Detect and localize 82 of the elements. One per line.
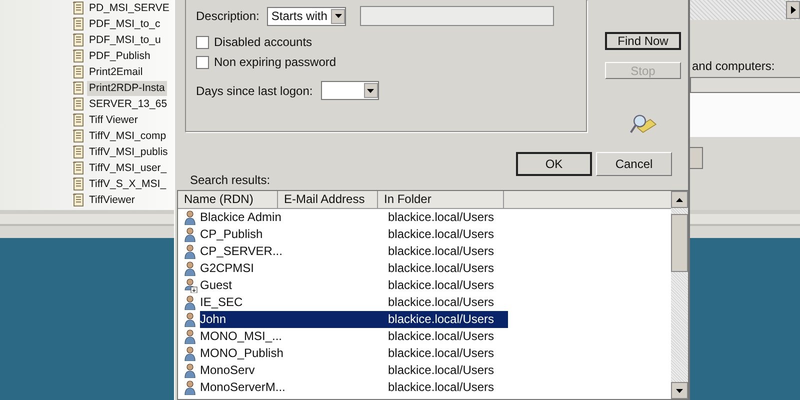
- scroll-down-icon[interactable]: [671, 382, 688, 399]
- object-item[interactable]: PDF_MSI_to_c: [87, 16, 162, 32]
- user-icon: [184, 295, 198, 310]
- folder-cell-text: blackice.local/Users: [387, 379, 496, 396]
- folder-cell-text: blackice.local/Users: [387, 277, 496, 294]
- checkbox[interactable]: [196, 56, 209, 68]
- folder-cell-text: blackice.local/Users: [387, 260, 496, 277]
- script-icon: [72, 81, 84, 95]
- object-item[interactable]: PDF_Publish: [87, 48, 152, 64]
- folder-cell-text: blackice.local/Users: [387, 243, 496, 260]
- object-item[interactable]: TiffV_MSI_comp: [87, 128, 168, 144]
- ok-button[interactable]: OK: [516, 152, 592, 176]
- description-field[interactable]: [360, 6, 554, 26]
- name-cell[interactable]: MONO_Publish: [200, 345, 282, 362]
- user-icon: [184, 210, 198, 225]
- script-icon: [72, 129, 84, 143]
- user-icon: [184, 380, 198, 395]
- folder-cell: blackice.local/Users: [382, 311, 508, 328]
- script-icon: [72, 1, 84, 15]
- column-header[interactable]: Name (RDN): [178, 191, 278, 208]
- script-icon: [72, 193, 84, 207]
- script-icon: [72, 97, 84, 111]
- script-icon: [72, 177, 84, 191]
- scroll-up-icon[interactable]: [671, 191, 688, 208]
- name-cell[interactable]: MonoServ: [200, 362, 282, 379]
- name-cell[interactable]: MONO_MSI_...: [200, 328, 282, 345]
- user-icon: [184, 312, 198, 327]
- cancel-button[interactable]: Cancel: [596, 152, 672, 176]
- folder-cell-text: blackice.local/Users: [387, 226, 496, 243]
- field-label: Description:: [196, 9, 260, 23]
- name-cell[interactable]: John: [200, 311, 282, 328]
- folder-cell-text: blackice.local/Users: [387, 362, 496, 379]
- script-icon: [72, 17, 84, 31]
- results-label: Search results:: [190, 173, 272, 187]
- user-icon: [184, 261, 198, 276]
- find-now-button[interactable]: Find Now: [605, 32, 681, 50]
- object-item[interactable]: PDF_MSI_to_u: [87, 32, 163, 48]
- user-icon: [184, 244, 198, 259]
- name-cell[interactable]: Guest: [200, 277, 282, 294]
- user-icon: [184, 227, 198, 242]
- object-item[interactable]: Tiff Viewer: [87, 112, 140, 128]
- object-item[interactable]: TiffV_MSI_user_: [87, 160, 169, 176]
- name-cell[interactable]: CP_Publish: [200, 226, 282, 243]
- guest-user-icon: [184, 278, 198, 293]
- script-icon: [72, 33, 84, 47]
- folder-cell-text: blackice.local/Users: [387, 209, 496, 226]
- user-icon: [184, 363, 198, 378]
- object-item[interactable]: SERVER_13_65: [87, 96, 170, 112]
- script-icon: [72, 145, 84, 159]
- object-item[interactable]: TiffV_MSI_publis: [87, 144, 170, 160]
- caret-icon: [367, 88, 374, 92]
- object-item[interactable]: PD_MSI_SERVE: [87, 0, 172, 16]
- name-cell[interactable]: Blackice Admin: [200, 209, 282, 226]
- checkbox-label: Non expiring password: [214, 55, 336, 69]
- scrollbar-thumb[interactable]: [671, 214, 688, 272]
- script-icon: [72, 161, 84, 175]
- column-header[interactable]: In Folder: [378, 191, 504, 208]
- folder-cell-text: blackice.local/Users: [387, 294, 496, 311]
- name-cell[interactable]: CP_SERVER...: [200, 243, 282, 260]
- script-icon: [72, 113, 84, 127]
- object-item[interactable]: TiffViewer: [87, 192, 137, 208]
- folder-cell-text: blackice.local/Users: [387, 345, 496, 362]
- pane-label: and computers:: [692, 59, 776, 73]
- column-header[interactable]: E-Mail Address: [278, 191, 378, 208]
- name-cell[interactable]: G2CPMSI: [200, 260, 282, 277]
- caret-icon: [334, 14, 342, 18]
- object-item[interactable]: Print2RDP-Insta: [87, 80, 167, 96]
- user-icon: [184, 346, 198, 361]
- object-item[interactable]: TiffV_S_X_MSI_: [87, 176, 168, 192]
- folder-cell-text: blackice.local/Users: [387, 328, 496, 345]
- object-item[interactable]: Print2Email: [87, 64, 145, 80]
- field-label: Days since last logon:: [196, 84, 313, 98]
- user-icon: [184, 329, 198, 344]
- name-cell[interactable]: MonoServerM...: [200, 379, 282, 396]
- script-icon: [72, 65, 84, 79]
- checkbox[interactable]: [196, 36, 209, 48]
- script-icon: [72, 49, 84, 63]
- condition-dropdown[interactable]: Starts with: [267, 6, 346, 26]
- checkbox-label: Disabled accounts: [214, 35, 312, 49]
- scroll-right-icon[interactable]: [786, 1, 800, 19]
- name-cell[interactable]: IE_SEC: [200, 294, 282, 311]
- days-dropdown[interactable]: [320, 81, 379, 100]
